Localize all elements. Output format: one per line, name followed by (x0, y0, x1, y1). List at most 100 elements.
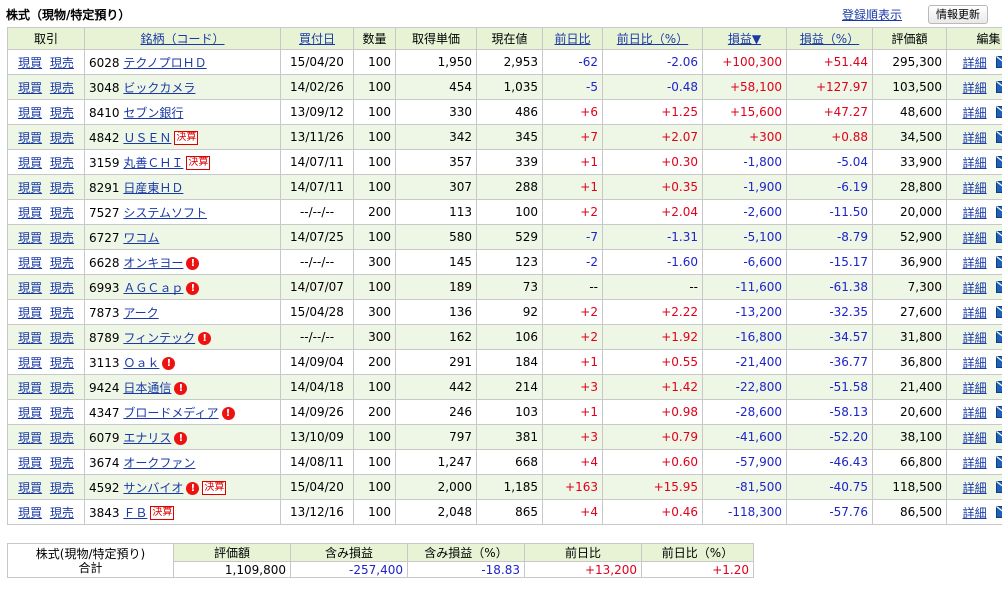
alert-icon[interactable]: ! (186, 481, 200, 495)
stock-name-link[interactable]: 日産東ＨＤ (123, 181, 183, 195)
alert-icon[interactable]: ! (186, 281, 200, 295)
mail-icon[interactable] (996, 230, 1002, 246)
sell-link[interactable]: 現売 (50, 281, 74, 295)
stock-name-link[interactable]: ＵＳＥＮ (123, 131, 171, 145)
stock-name-link[interactable]: ＦＢ (123, 506, 147, 520)
detail-link[interactable]: 詳細 (963, 381, 987, 395)
buy-link[interactable]: 現買 (18, 306, 42, 320)
mail-icon[interactable] (996, 405, 1002, 421)
detail-link[interactable]: 詳細 (963, 331, 987, 345)
alert-icon[interactable]: ! (162, 356, 176, 370)
buy-link[interactable]: 現買 (18, 456, 42, 470)
detail-link[interactable]: 詳細 (963, 181, 987, 195)
col-pl-pct[interactable]: 損益（%） (786, 27, 873, 50)
buy-link[interactable]: 現買 (18, 231, 42, 245)
detail-link[interactable]: 詳細 (963, 156, 987, 170)
mail-icon[interactable] (996, 280, 1002, 296)
detail-link[interactable]: 詳細 (963, 106, 987, 120)
alert-icon[interactable]: ! (186, 256, 200, 270)
detail-link[interactable]: 詳細 (963, 56, 987, 70)
buy-link[interactable]: 現買 (18, 331, 42, 345)
alert-icon[interactable]: ! (221, 406, 235, 420)
col-buy-date[interactable]: 買付日 (280, 27, 354, 50)
buy-link[interactable]: 現買 (18, 356, 42, 370)
sort-order-link[interactable]: 登録順表示 (842, 6, 902, 23)
mail-icon[interactable] (996, 480, 1002, 496)
alert-icon[interactable]: ! (174, 381, 188, 395)
detail-link[interactable]: 詳細 (963, 506, 987, 520)
stock-name-link[interactable]: セブン銀行 (123, 106, 183, 120)
stock-name-link[interactable]: システムソフト (123, 206, 207, 220)
sort-by-pl-pct[interactable]: 損益（%） (800, 32, 859, 46)
stock-name-link[interactable]: フィンテック (123, 331, 195, 345)
sell-link[interactable]: 現売 (50, 81, 74, 95)
sell-link[interactable]: 現売 (50, 131, 74, 145)
col-pl[interactable]: 損益▼ (702, 27, 787, 50)
stock-name-link[interactable]: 日本通信 (123, 381, 171, 395)
mail-icon[interactable] (996, 430, 1002, 446)
sell-link[interactable]: 現売 (50, 381, 74, 395)
detail-link[interactable]: 詳細 (963, 356, 987, 370)
sort-by-day-change-pct[interactable]: 前日比（%） (617, 32, 688, 46)
stock-name-link[interactable]: ＡＧＣａｐ (123, 281, 183, 295)
sell-link[interactable]: 現売 (50, 431, 74, 445)
mail-icon[interactable] (996, 130, 1002, 146)
buy-link[interactable]: 現買 (18, 131, 42, 145)
sell-link[interactable]: 現売 (50, 156, 74, 170)
sort-by-buy-date[interactable]: 買付日 (299, 32, 335, 46)
sell-link[interactable]: 現売 (50, 456, 74, 470)
buy-link[interactable]: 現買 (18, 281, 42, 295)
stock-name-link[interactable]: ワコム (123, 231, 159, 245)
detail-link[interactable]: 詳細 (963, 456, 987, 470)
detail-link[interactable]: 詳細 (963, 256, 987, 270)
detail-link[interactable]: 詳細 (963, 431, 987, 445)
sell-link[interactable]: 現売 (50, 106, 74, 120)
mail-icon[interactable] (996, 330, 1002, 346)
buy-link[interactable]: 現買 (18, 181, 42, 195)
mail-icon[interactable] (996, 380, 1002, 396)
stock-name-link[interactable]: ブロードメディア (123, 406, 218, 420)
buy-link[interactable]: 現買 (18, 256, 42, 270)
mail-icon[interactable] (996, 105, 1002, 121)
buy-link[interactable]: 現買 (18, 431, 42, 445)
mail-icon[interactable] (996, 255, 1002, 271)
mail-icon[interactable] (996, 355, 1002, 371)
mail-icon[interactable] (996, 80, 1002, 96)
buy-link[interactable]: 現買 (18, 156, 42, 170)
detail-link[interactable]: 詳細 (963, 306, 987, 320)
sell-link[interactable]: 現売 (50, 56, 74, 70)
sell-link[interactable]: 現売 (50, 506, 74, 520)
stock-name-link[interactable]: アーク (123, 306, 158, 320)
buy-link[interactable]: 現買 (18, 206, 42, 220)
buy-link[interactable]: 現買 (18, 381, 42, 395)
mail-icon[interactable] (996, 55, 1002, 71)
sort-by-day-change[interactable]: 前日比 (554, 32, 590, 46)
refresh-button[interactable]: 情報更新 (928, 5, 988, 24)
buy-link[interactable]: 現買 (18, 481, 42, 495)
sell-link[interactable]: 現売 (50, 231, 74, 245)
detail-link[interactable]: 詳細 (963, 406, 987, 420)
sell-link[interactable]: 現売 (50, 406, 74, 420)
sell-link[interactable]: 現売 (50, 181, 74, 195)
detail-link[interactable]: 詳細 (963, 81, 987, 95)
mail-icon[interactable] (996, 505, 1002, 521)
col-day-change[interactable]: 前日比 (542, 27, 603, 50)
sell-link[interactable]: 現売 (50, 306, 74, 320)
buy-link[interactable]: 現買 (18, 106, 42, 120)
sell-link[interactable]: 現売 (50, 256, 74, 270)
sell-link[interactable]: 現売 (50, 481, 74, 495)
buy-link[interactable]: 現買 (18, 506, 42, 520)
col-name[interactable]: 銘柄（コード） (84, 27, 281, 50)
detail-link[interactable]: 詳細 (963, 206, 987, 220)
stock-name-link[interactable]: 丸善ＣＨＩ (123, 156, 183, 170)
detail-link[interactable]: 詳細 (963, 481, 987, 495)
stock-name-link[interactable]: Ｏａｋ (123, 356, 159, 370)
detail-link[interactable]: 詳細 (963, 231, 987, 245)
alert-icon[interactable]: ! (198, 331, 212, 345)
stock-name-link[interactable]: オンキヨー (123, 256, 183, 270)
stock-name-link[interactable]: ビックカメラ (123, 81, 195, 95)
mail-icon[interactable] (996, 180, 1002, 196)
mail-icon[interactable] (996, 205, 1002, 221)
sort-by-pl[interactable]: 損益▼ (728, 32, 761, 46)
sell-link[interactable]: 現売 (50, 206, 74, 220)
